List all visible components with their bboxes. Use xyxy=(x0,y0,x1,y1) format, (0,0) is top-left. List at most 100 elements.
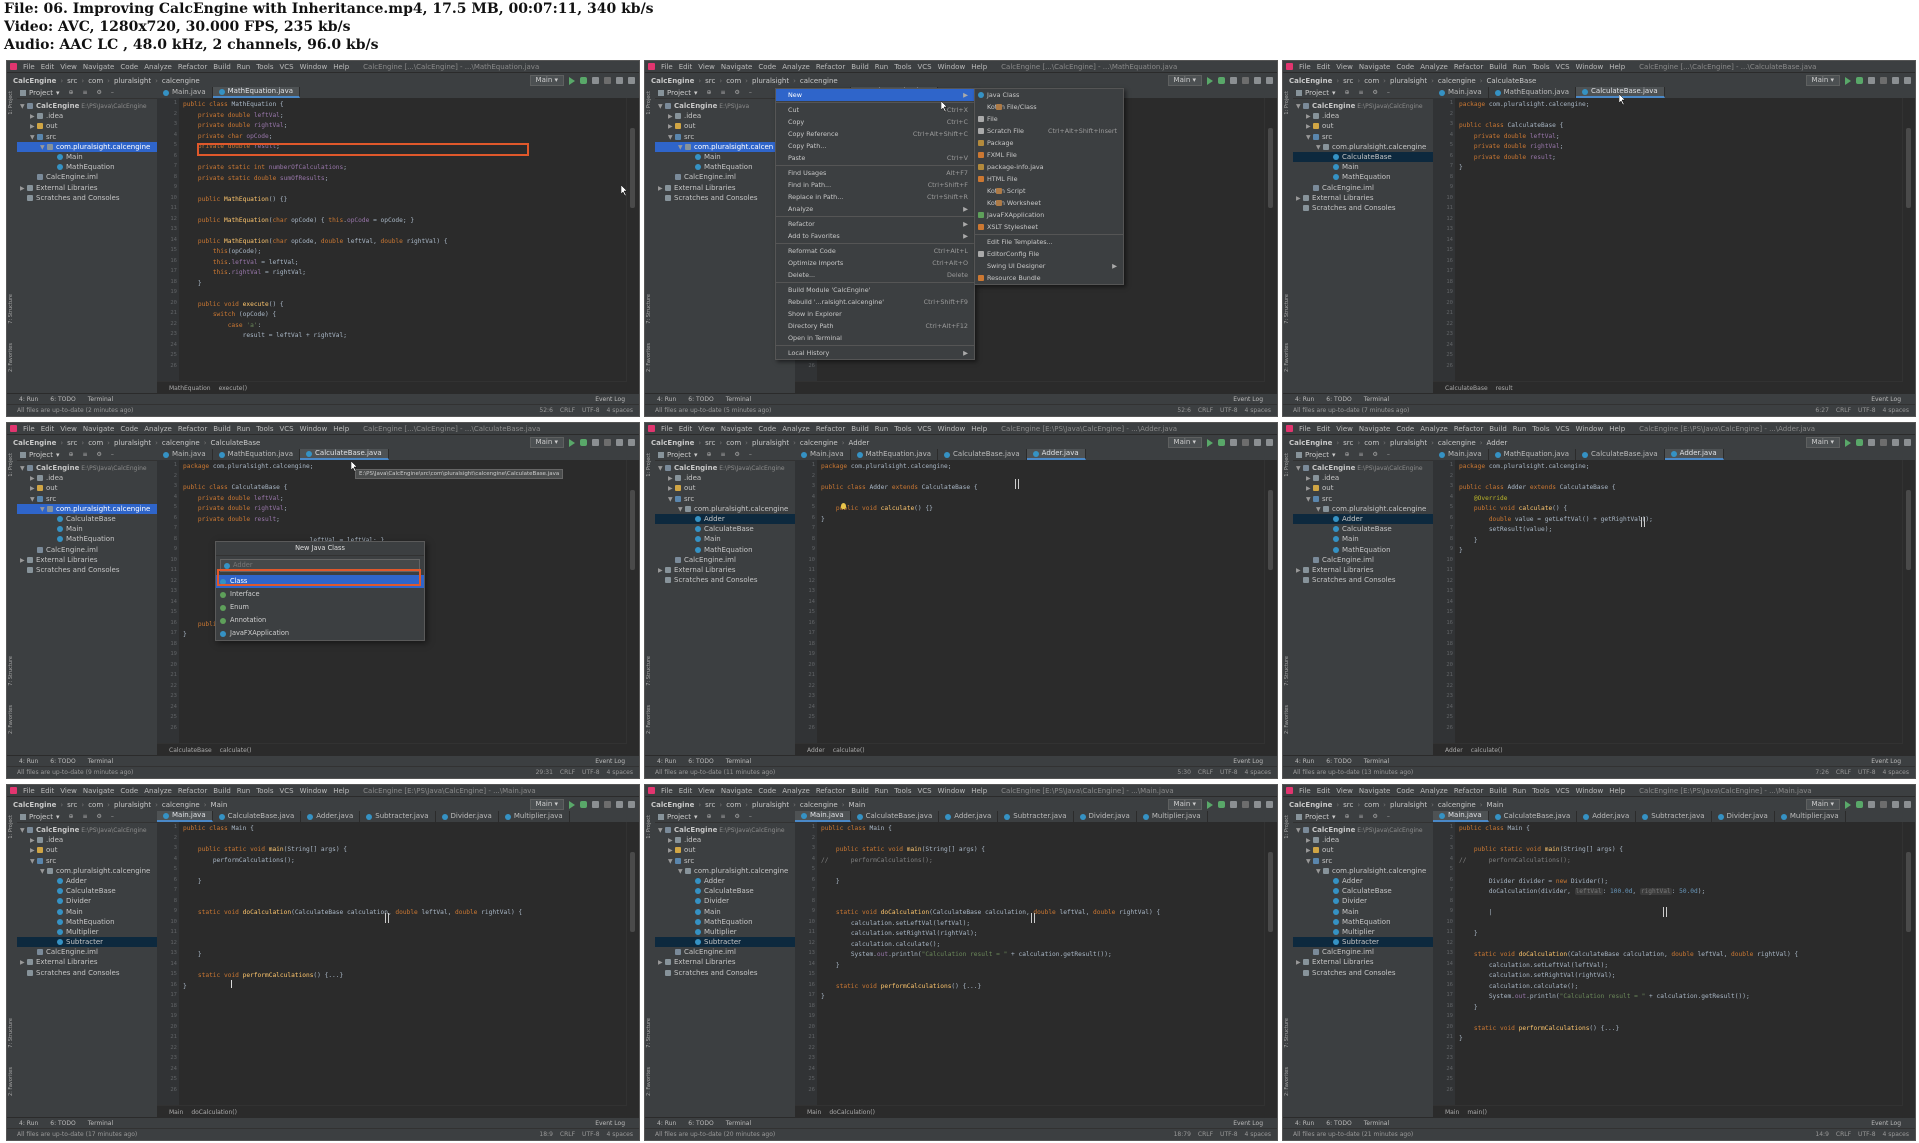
menu-item-vcs[interactable]: VCS xyxy=(917,63,931,71)
search-icon[interactable] xyxy=(1266,77,1273,84)
status-item[interactable]: 4 spaces xyxy=(1245,1131,1271,1138)
play-icon[interactable] xyxy=(1207,76,1213,85)
menu-item-view[interactable]: View xyxy=(698,63,715,71)
tree-item[interactable]: Main xyxy=(17,152,157,162)
menu-item-window[interactable]: Window xyxy=(938,787,966,795)
tree-item[interactable]: ▼ src xyxy=(1293,132,1433,142)
structure-icon[interactable] xyxy=(1892,801,1899,808)
expand-arrow-icon[interactable]: ▶ xyxy=(20,958,27,967)
menu-item-analyze[interactable]: Analyze xyxy=(1420,425,1448,433)
tree-item[interactable]: ▶ .idea xyxy=(1293,835,1433,845)
editor-tab[interactable]: Subtracter.java xyxy=(360,811,436,822)
tree-item[interactable]: ▶ External Libraries xyxy=(655,183,795,193)
tree-item[interactable]: ▶ out xyxy=(1293,845,1433,855)
menu-item-tools[interactable]: Tools xyxy=(1532,425,1549,433)
menu-item-view[interactable]: View xyxy=(60,425,77,433)
menu-item-build[interactable]: Build xyxy=(213,787,231,795)
menu-item-build[interactable]: Build xyxy=(1489,63,1507,71)
menu-item-window[interactable]: Window xyxy=(1576,63,1604,71)
dropdown-arrow-icon[interactable]: ▾ xyxy=(56,813,60,821)
tree-item[interactable]: CalcEngine.iml xyxy=(17,545,157,555)
tree-item[interactable]: ▼ src xyxy=(17,856,157,866)
run-configuration-select[interactable]: Main ▾ xyxy=(529,75,564,86)
collapse-icon[interactable]: ≡ xyxy=(83,451,88,458)
event-log-button[interactable]: Event Log xyxy=(595,1120,625,1127)
breadcrumb-calculatebase[interactable]: CalculateBase xyxy=(1487,77,1537,85)
expand-arrow-icon[interactable]: ▼ xyxy=(1316,505,1323,514)
status-item[interactable]: UTF-8 xyxy=(1858,407,1876,414)
bug-icon[interactable] xyxy=(580,77,587,84)
menu-item-view[interactable]: View xyxy=(1336,787,1353,795)
event-log-button[interactable]: Event Log xyxy=(1871,758,1901,765)
menu-item-refactor[interactable]: Refactor xyxy=(1454,63,1483,71)
expand-arrow-icon[interactable]: ▼ xyxy=(668,133,675,142)
structure-icon[interactable] xyxy=(1254,439,1261,446)
play-icon[interactable] xyxy=(1207,800,1213,809)
play-icon[interactable] xyxy=(1845,438,1851,447)
editor-tab[interactable]: Adder.java xyxy=(1026,449,1086,460)
editor-breadcrumb[interactable]: Adder xyxy=(1445,747,1463,754)
context-menu-item[interactable]: Paste Ctrl+V xyxy=(776,152,974,164)
tool-window-terminal[interactable]: Terminal xyxy=(726,396,751,403)
coverage-icon[interactable] xyxy=(1868,77,1875,84)
locate-icon[interactable]: ⊕ xyxy=(68,89,73,96)
stop-icon[interactable] xyxy=(604,801,611,808)
expand-arrow-icon[interactable]: ▶ xyxy=(668,474,675,483)
status-item[interactable]: 4 spaces xyxy=(1883,407,1909,414)
submenu-item[interactable]: Swing UI Designer ▶ xyxy=(975,260,1123,272)
editor-tab[interactable]: MathEquation.java xyxy=(213,449,301,460)
tree-item[interactable]: ▶ .idea xyxy=(1293,111,1433,121)
status-item[interactable]: CRLF xyxy=(560,407,575,414)
menu-item-edit[interactable]: Edit xyxy=(1317,63,1331,71)
stop-icon[interactable] xyxy=(1242,77,1249,84)
context-menu-item[interactable]: Delete... Delete xyxy=(776,269,974,281)
breadcrumb-main[interactable]: Main xyxy=(211,801,228,809)
menu-item-navigate[interactable]: Navigate xyxy=(721,425,752,433)
context-menu-item[interactable]: Add to Favorites ▶ xyxy=(776,230,974,242)
breadcrumb-com[interactable]: com xyxy=(726,801,741,809)
tree-item[interactable]: ▶ .idea xyxy=(1293,473,1433,483)
expand-arrow-icon[interactable]: ▼ xyxy=(668,857,675,866)
menu-item-vcs[interactable]: VCS xyxy=(1555,425,1569,433)
editor-tab[interactable]: CalculateBase.java xyxy=(938,449,1027,460)
menu-item-edit[interactable]: Edit xyxy=(679,63,693,71)
search-icon[interactable] xyxy=(1266,439,1273,446)
context-menu-item[interactable]: New ▶ xyxy=(776,89,974,101)
context-menu-item[interactable]: Local History ▶ xyxy=(776,347,974,359)
tree-item[interactable]: Scratches and Consoles xyxy=(17,193,157,203)
project-view-selector[interactable]: Project xyxy=(1305,813,1329,821)
breadcrumb-src[interactable]: src xyxy=(67,77,77,85)
breadcrumb-src[interactable]: src xyxy=(705,439,715,447)
dropdown-arrow-icon[interactable]: ▾ xyxy=(56,451,60,459)
tool-window-favorites-tab[interactable]: 2: Favorites xyxy=(646,705,652,734)
tool-window-structure-tab[interactable]: 7: Structure xyxy=(1284,656,1290,686)
collapse-icon[interactable]: ≡ xyxy=(83,89,88,96)
menu-item-analyze[interactable]: Analyze xyxy=(782,425,810,433)
menu-item-help[interactable]: Help xyxy=(1609,425,1625,433)
tool-window-terminal[interactable]: Terminal xyxy=(1364,1120,1389,1127)
menu-item-file[interactable]: File xyxy=(23,787,35,795)
tree-item[interactable]: ▶ .idea xyxy=(17,111,157,121)
expand-arrow-icon[interactable]: ▼ xyxy=(658,102,665,111)
editor-breadcrumb[interactable]: doCalculation() xyxy=(829,1109,875,1116)
coverage-icon[interactable] xyxy=(1230,801,1237,808)
gear-icon[interactable]: ⚙ xyxy=(735,813,740,820)
breadcrumb-pluralsight[interactable]: pluralsight xyxy=(752,801,789,809)
expand-arrow-icon[interactable]: ▶ xyxy=(30,484,37,493)
tree-item[interactable]: ▶ out xyxy=(17,121,157,131)
tree-item[interactable]: ▼ com.pluralsight.calcengine xyxy=(1293,142,1433,152)
tree-item[interactable]: ▶ .idea xyxy=(655,835,795,845)
breadcrumb-pluralsight[interactable]: pluralsight xyxy=(114,439,151,447)
collapse-icon[interactable]: ≡ xyxy=(1359,813,1364,820)
tool-window-run[interactable]: 4: Run xyxy=(1295,1120,1314,1127)
hide-icon[interactable]: – xyxy=(749,89,752,96)
expand-arrow-icon[interactable]: ▶ xyxy=(1306,484,1313,493)
dropdown-arrow-icon[interactable]: ▾ xyxy=(694,89,698,97)
scrollbar-thumb[interactable] xyxy=(630,128,635,208)
menu-item-help[interactable]: Help xyxy=(971,787,987,795)
context-menu-item[interactable]: Copy Reference Ctrl+Alt+Shift+C xyxy=(776,128,974,140)
tree-item[interactable]: ▶ External Libraries xyxy=(1293,957,1433,967)
breadcrumb-com[interactable]: com xyxy=(726,439,741,447)
hide-icon[interactable]: – xyxy=(1387,451,1390,458)
breadcrumb-calcengine[interactable]: CalcEngine xyxy=(651,439,694,447)
